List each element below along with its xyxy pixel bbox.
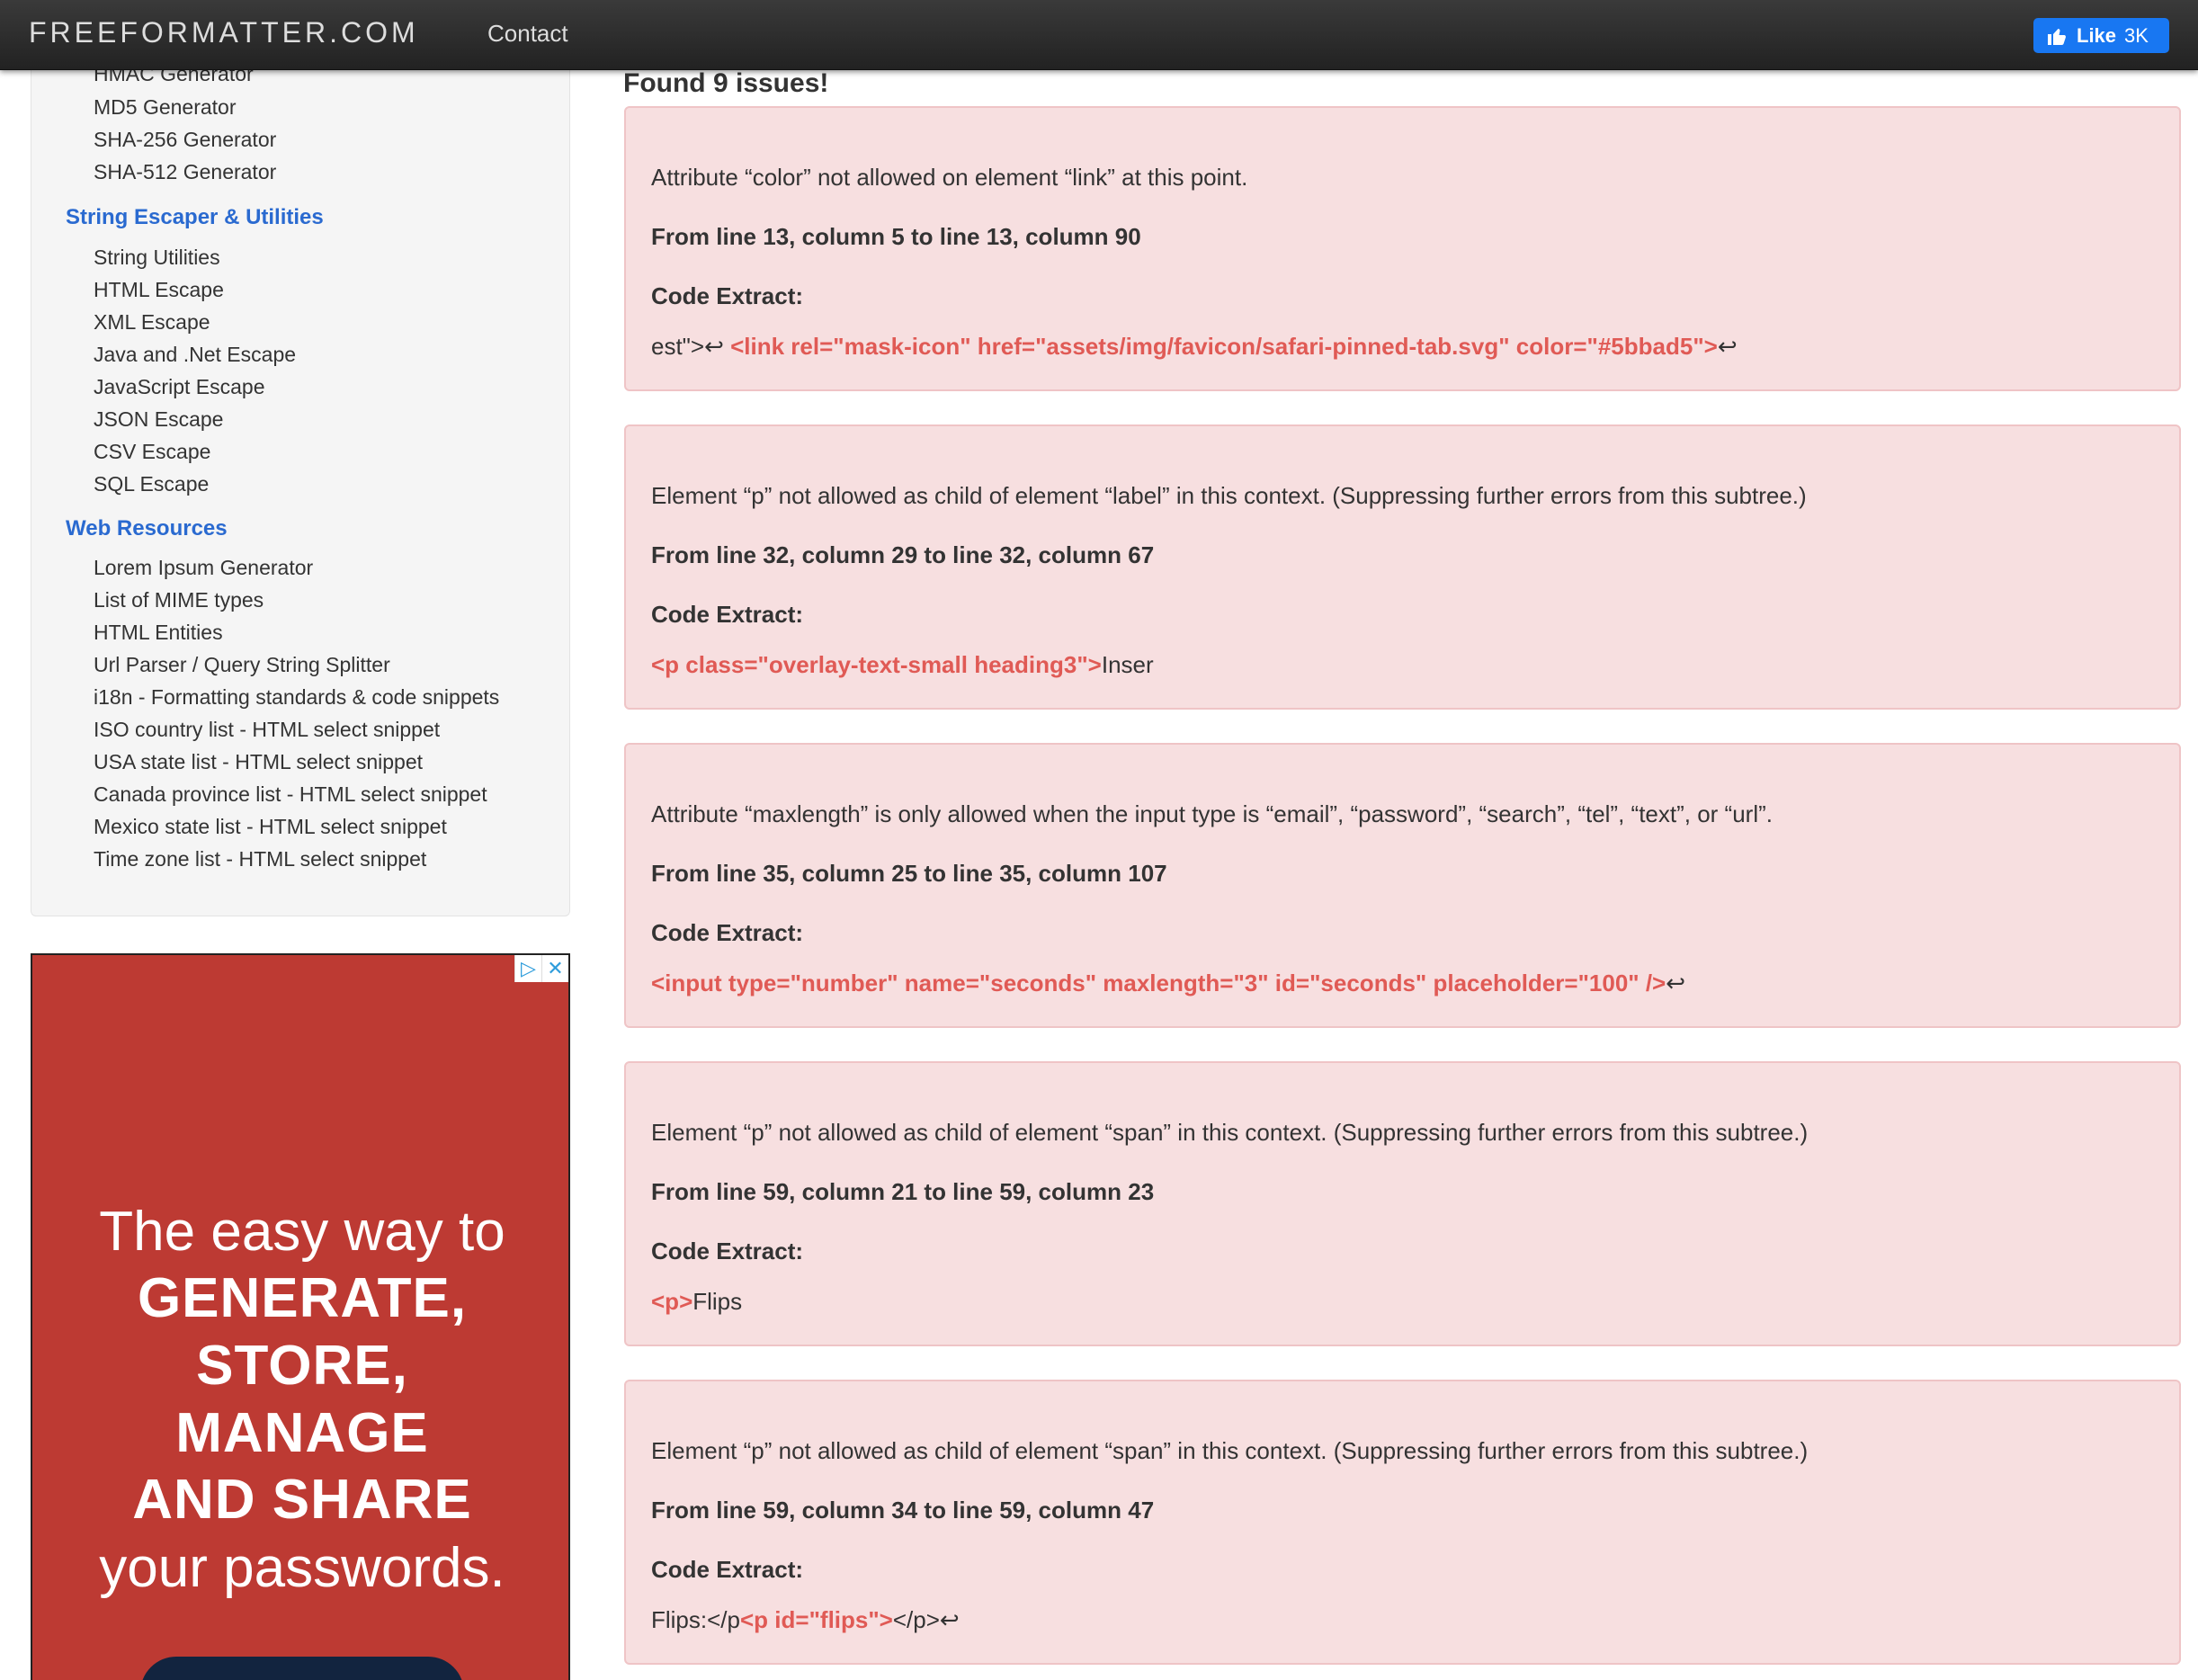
code-post: Flips: [692, 1288, 743, 1315]
sidebar-link-sha256-generator[interactable]: SHA-256 Generator: [94, 128, 276, 152]
code-highlight: <p class="overlay-text-small heading3">: [651, 651, 1102, 678]
sidebar-link-url-parser[interactable]: Url Parser / Query String Splitter: [94, 653, 390, 677]
sidebar-link-html-escape[interactable]: HTML Escape: [94, 278, 224, 302]
code-extract-label: Code Extract:: [651, 919, 804, 946]
code-extract: Flips:</p<p id="flips"></p>↩: [651, 1606, 960, 1634]
site-logo[interactable]: FREEFORMATTER.COM: [29, 16, 419, 49]
sidebar-link-i18n[interactable]: i18n - Formatting standards & code snipp…: [94, 685, 499, 710]
ad-headline-line: MANAGE: [175, 1402, 429, 1464]
ad-headline-line: STORE,: [196, 1335, 408, 1397]
code-extract: <p class="overlay-text-small heading3">I…: [651, 651, 1154, 679]
code-highlight: <p id="flips">: [740, 1606, 893, 1633]
sidebar-link-iso-country-list[interactable]: ISO country list - HTML select snippet: [94, 718, 440, 742]
issue-card: Attribute “maxlength” is only allowed wh…: [624, 743, 2181, 1028]
code-extract-label: Code Extract:: [651, 1238, 804, 1264]
adchoices-icon[interactable]: ▷: [514, 955, 541, 982]
issue-message: Element “p” not allowed as child of elem…: [651, 1437, 1809, 1464]
sidebar-link-md5-generator[interactable]: MD5 Generator: [94, 95, 237, 120]
code-pre: est">↩: [651, 333, 731, 360]
sidebar-link-javascript-escape[interactable]: JavaScript Escape: [94, 375, 264, 399]
code-post: ↩: [1666, 970, 1686, 996]
sidebar-link-csv-escape[interactable]: CSV Escape: [94, 440, 210, 464]
ad-controls: ▷ ✕: [514, 955, 568, 982]
sidebar-link-html-entities[interactable]: HTML Entities: [94, 621, 223, 645]
code-extract: <input type="number" name="seconds" maxl…: [651, 970, 1685, 997]
issue-location: From line 59, column 34 to line 59, colu…: [651, 1497, 1155, 1524]
ad-headline-line: your passwords.: [99, 1537, 505, 1599]
sidebar-link-xml-escape[interactable]: XML Escape: [94, 310, 210, 335]
code-extract: <p>Flips: [651, 1288, 742, 1316]
sidebar-link-mexico-state-list[interactable]: Mexico state list - HTML select snippet: [94, 815, 447, 839]
issue-location: From line 59, column 21 to line 59, colu…: [651, 1178, 1155, 1205]
ad-cta-button[interactable]: [140, 1657, 464, 1680]
nav-contact-link[interactable]: Contact: [487, 20, 568, 48]
code-highlight: <p>: [651, 1288, 693, 1315]
sidebar-link-java-net-escape[interactable]: Java and .Net Escape: [94, 343, 296, 367]
sidebar-link-canada-province-list[interactable]: Canada province list - HTML select snipp…: [94, 782, 487, 807]
facebook-like-button[interactable]: Like 3K: [2033, 18, 2169, 53]
code-highlight: <input type="number" name="seconds" maxl…: [651, 970, 1666, 996]
sidebar-heading-string-escaper[interactable]: String Escaper & Utilities: [66, 205, 324, 230]
sidebar-link-lorem-ipsum[interactable]: Lorem Ipsum Generator: [94, 556, 313, 580]
sidebar-link-usa-state-list[interactable]: USA state list - HTML select snippet: [94, 750, 423, 774]
issue-message: Attribute “maxlength” is only allowed wh…: [651, 800, 1773, 827]
sidebar-link-string-utilities[interactable]: String Utilities: [94, 246, 220, 270]
issue-location: From line 13, column 5 to line 13, colum…: [651, 223, 1141, 250]
issue-card: Element “p” not allowed as child of elem…: [624, 1380, 2181, 1665]
ad-headline-line: GENERATE,: [137, 1267, 468, 1329]
code-post: ↩: [1717, 333, 1738, 360]
code-post: </p>↩: [892, 1606, 960, 1633]
thumbs-up-icon: [2048, 28, 2066, 45]
close-icon[interactable]: ✕: [541, 955, 568, 982]
issue-message: Element “p” not allowed as child of elem…: [651, 1119, 1809, 1146]
sidebar-heading-web-resources[interactable]: Web Resources: [66, 516, 228, 541]
like-label: Like: [2077, 23, 2117, 47]
sidebar-link-time-zone-list[interactable]: Time zone list - HTML select snippet: [94, 847, 426, 871]
sidebar-link-sha512-generator[interactable]: SHA-512 Generator: [94, 160, 276, 184]
issue-card: Attribute “color” not allowed on element…: [624, 106, 2181, 391]
top-navbar: FREEFORMATTER.COM Contact Like 3K: [0, 0, 2198, 70]
issue-message: Attribute “color” not allowed on element…: [651, 164, 1248, 191]
code-pre: Flips:</p: [651, 1606, 740, 1633]
ad-headline-line: The easy way to: [99, 1201, 505, 1263]
issues-count-heading: Found 9 issues!: [623, 68, 829, 98]
code-extract-label: Code Extract:: [651, 282, 804, 309]
sidebar-link-json-escape[interactable]: JSON Escape: [94, 407, 223, 432]
code-extract-label: Code Extract:: [651, 601, 804, 628]
issue-message: Element “p” not allowed as child of elem…: [651, 482, 1807, 509]
code-extract: est">↩ <link rel="mask-icon" href="asset…: [651, 333, 1738, 361]
ad-headline-line: AND SHARE: [132, 1469, 472, 1531]
issue-location: From line 35, column 25 to line 35, colu…: [651, 860, 1167, 887]
like-count: 3K: [2124, 23, 2149, 47]
sidebar-link-sql-escape[interactable]: SQL Escape: [94, 472, 209, 496]
issue-location: From line 32, column 29 to line 32, colu…: [651, 541, 1155, 568]
advertisement-banner[interactable]: ▷ ✕ The easy way to GENERATE, STORE, MAN…: [31, 953, 570, 1680]
code-post: Inser: [1101, 651, 1154, 678]
issue-card: Element “p” not allowed as child of elem…: [624, 1061, 2181, 1346]
sidebar: HMAC Generator MD5 Generator SHA-256 Gen…: [31, 0, 570, 916]
code-extract-label: Code Extract:: [651, 1556, 804, 1583]
code-highlight: <link rel="mask-icon" href="assets/img/f…: [730, 333, 1718, 360]
issue-card: Element “p” not allowed as child of elem…: [624, 424, 2181, 710]
sidebar-link-mime-types[interactable]: List of MIME types: [94, 588, 264, 612]
